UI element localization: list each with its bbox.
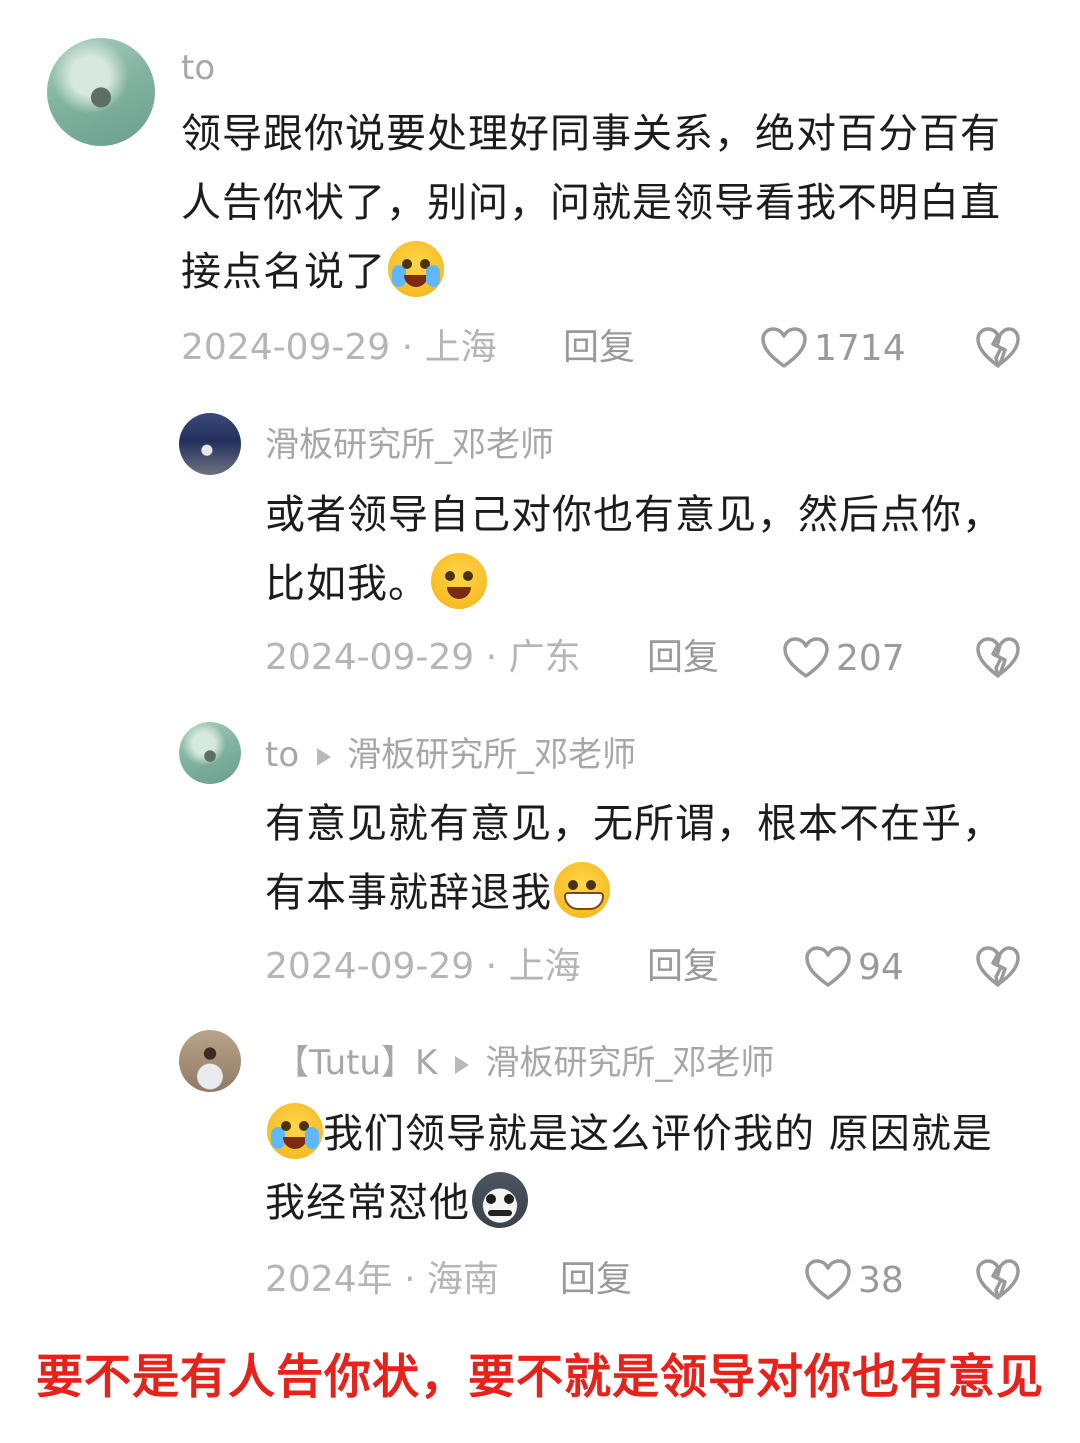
- heart-icon: [805, 1259, 851, 1300]
- avatar[interactable]: [179, 722, 241, 784]
- broken-heart-icon: [976, 1259, 1020, 1300]
- avatar[interactable]: [179, 413, 241, 475]
- dislike-button[interactable]: [975, 945, 1021, 989]
- like-count: 38: [858, 1259, 904, 1301]
- crying-laugh-emoji-icon: [388, 241, 444, 297]
- dislike-button[interactable]: [975, 1258, 1021, 1302]
- reply-button[interactable]: 回复: [647, 636, 719, 680]
- like-button[interactable]: 38: [804, 1258, 904, 1302]
- heart-icon: [761, 327, 807, 368]
- husky-dog-emoji-icon: [472, 1172, 528, 1228]
- comment-date: 2024-09-29: [181, 327, 391, 368]
- broken-heart-icon: [976, 946, 1020, 987]
- comment-meta: 2024-09-29 · 上海: [265, 946, 581, 987]
- comment-username[interactable]: 滑板研究所_邓老师: [265, 425, 554, 465]
- comment-text: 或者领导自己对你也有意见，然后点你，比如我。: [265, 492, 1003, 609]
- reply-button[interactable]: 回复: [563, 326, 635, 370]
- like-count: 94: [858, 946, 904, 988]
- like-count: 207: [836, 637, 905, 679]
- broken-heart-icon: [976, 327, 1020, 368]
- reply-arrow-icon: [455, 1055, 470, 1074]
- reply-button[interactable]: 回复: [647, 945, 719, 989]
- broken-heart-icon: [976, 637, 1020, 678]
- comment-text: 有意见就有意见，无所谓，根本不在乎，有本事就辞退我: [265, 801, 1003, 918]
- caption-banner: 要不是有人告你状，要不就是领导对你也有意见: [36, 1350, 1044, 1405]
- comment-username: to 滑板研究所_邓老师: [265, 735, 637, 775]
- grin-emoji-icon: [554, 862, 610, 918]
- comment-username[interactable]: to: [181, 48, 215, 88]
- avatar[interactable]: [179, 1030, 241, 1092]
- comment-text: 我们领导就是这么评价我的 原因就是我经常怼他: [265, 1100, 1025, 1238]
- comment-meta: 2024-09-29 · 广东: [265, 637, 581, 678]
- crying-laugh-emoji-icon: [267, 1103, 323, 1159]
- reply-target-username[interactable]: 滑板研究所_邓老师: [347, 735, 636, 775]
- comment-text: 领导跟你说要处理好同事关系，绝对百分百有人告你状了，别问，问就是领导看我不明白直…: [181, 111, 1001, 297]
- like-button[interactable]: 207: [782, 636, 905, 680]
- avatar[interactable]: [47, 38, 155, 146]
- dazed-smile-emoji-icon: [431, 553, 487, 609]
- like-button[interactable]: 94: [804, 945, 904, 989]
- reply-target-username[interactable]: 滑板研究所_邓老师: [485, 1043, 774, 1083]
- like-button[interactable]: 1714: [760, 326, 906, 370]
- dislike-button[interactable]: [975, 326, 1021, 370]
- reply-arrow-icon: [317, 747, 332, 766]
- comment-date: 2024-09-29: [265, 637, 475, 678]
- comment-meta: 2024年 · 海南: [265, 1259, 499, 1300]
- comment-location: 上海: [424, 327, 497, 368]
- dislike-button[interactable]: [975, 636, 1021, 680]
- heart-icon: [805, 946, 851, 987]
- comment-location: 广东: [508, 637, 581, 678]
- comment-meta: 2024-09-29 · 上海: [181, 327, 497, 368]
- comment-username: 【Tutu】K 滑板研究所_邓老师: [275, 1043, 775, 1083]
- comment-date: 2024年: [265, 1259, 393, 1300]
- comment-date: 2024-09-29: [265, 946, 475, 987]
- reply-button[interactable]: 回复: [560, 1258, 632, 1302]
- heart-icon: [783, 637, 829, 678]
- comment-location: 上海: [508, 946, 581, 987]
- comment-location: 海南: [426, 1259, 499, 1300]
- like-count: 1714: [814, 327, 906, 369]
